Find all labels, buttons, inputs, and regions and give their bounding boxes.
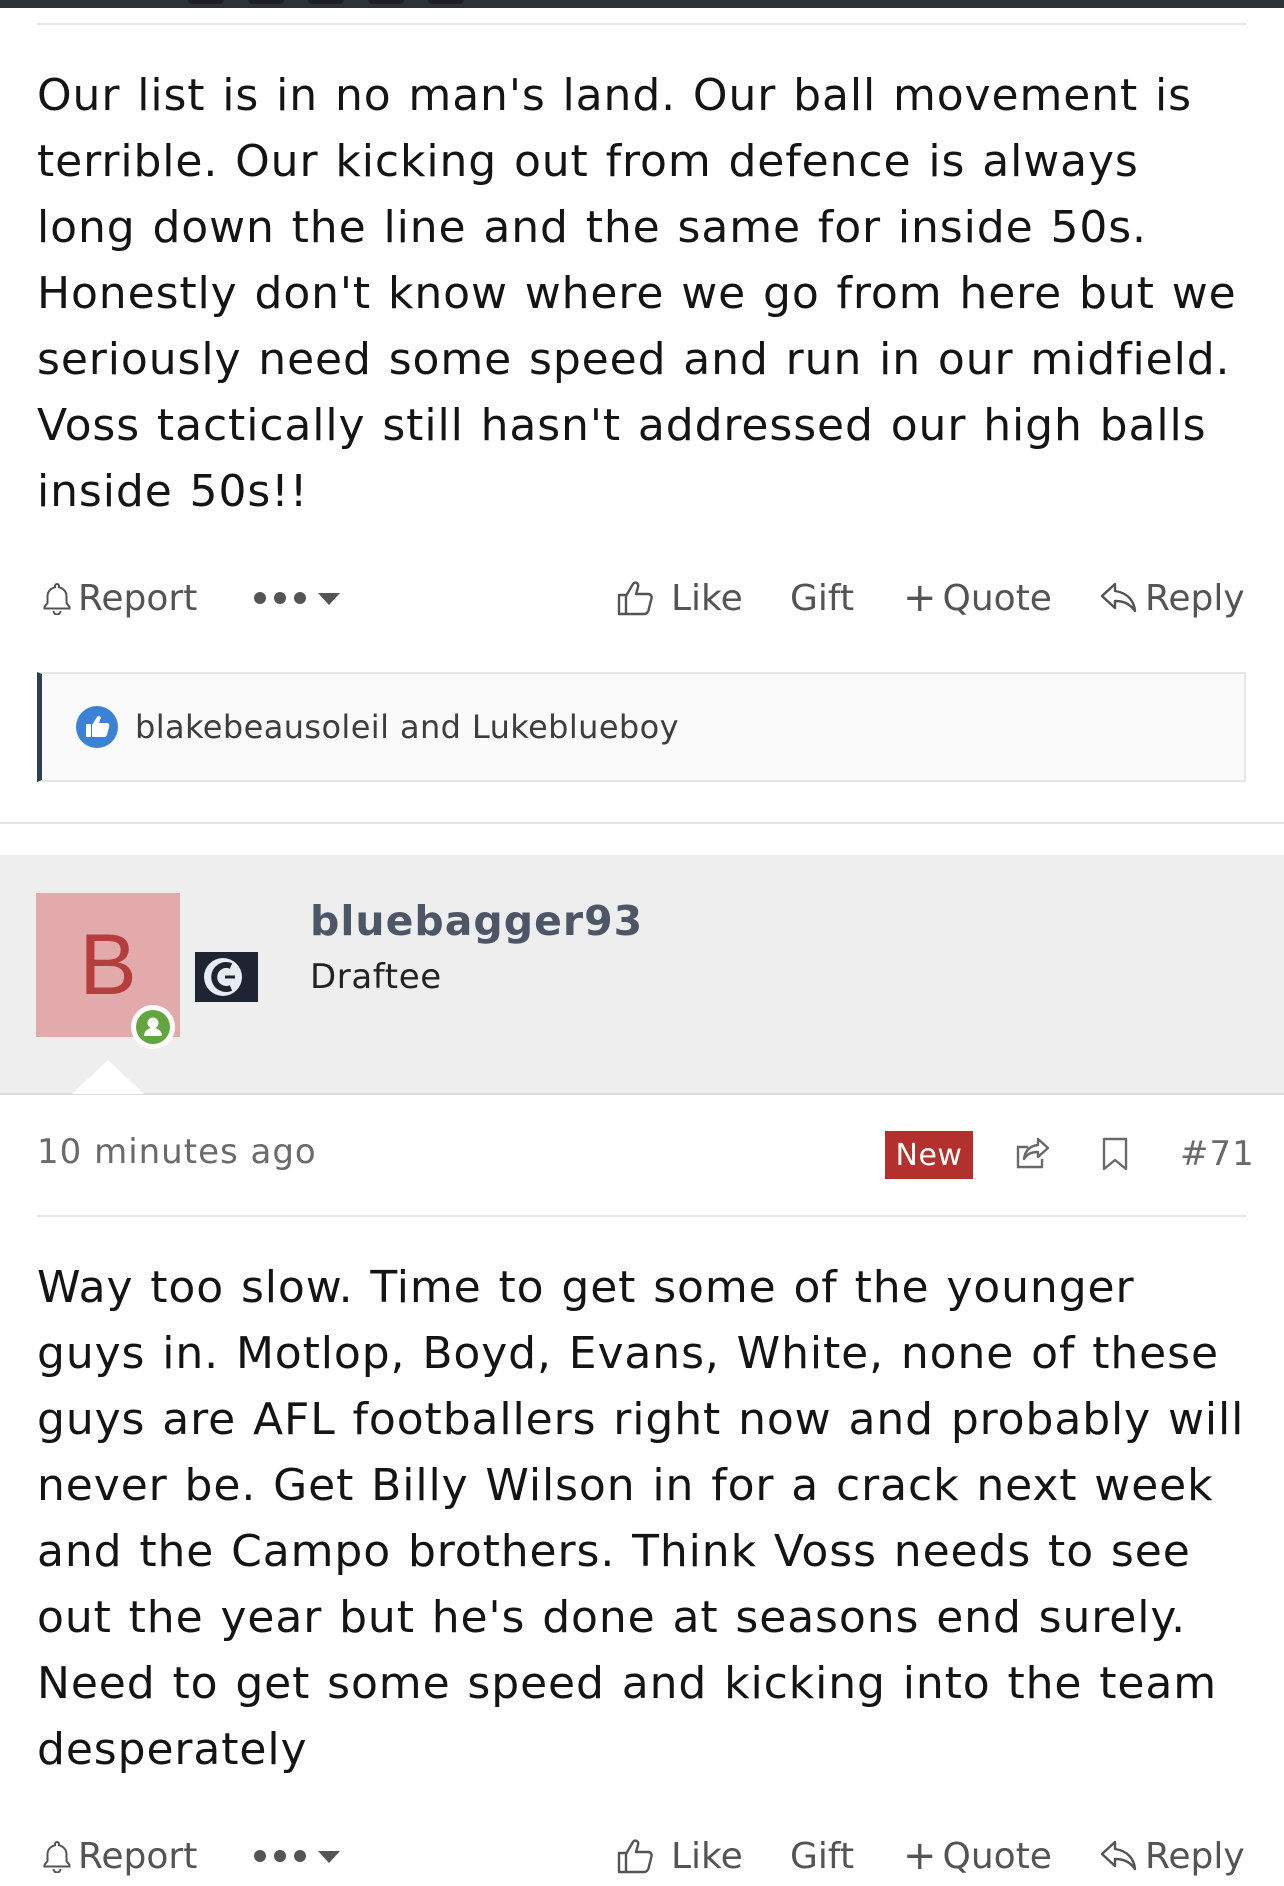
report-button[interactable]: Report <box>42 1826 197 1886</box>
quote-plus: + <box>903 575 937 621</box>
report-label: Report <box>78 1835 198 1877</box>
user-header-pointer <box>72 1060 144 1094</box>
more-options-button[interactable] <box>252 1826 350 1886</box>
bell-icon <box>43 1840 71 1873</box>
share-icon[interactable] <box>1012 1135 1052 1171</box>
post-timestamp[interactable]: 10 minutes ago <box>37 1132 317 1172</box>
reply-button[interactable]: Reply <box>1099 568 1245 628</box>
section-divider <box>0 822 1284 824</box>
gift-button[interactable]: Gift <box>790 1826 854 1886</box>
online-status-icon <box>131 1005 175 1049</box>
new-badge: New <box>885 1131 973 1179</box>
quote-label: Quote <box>942 577 1052 619</box>
top-bar-tab <box>188 0 224 4</box>
thumbs-up-icon <box>617 1839 653 1874</box>
like-label: Like <box>671 1835 743 1877</box>
quote-plus: + <box>903 1833 937 1879</box>
quote-button[interactable]: + Quote <box>903 568 1052 628</box>
user-title: Draftee <box>310 957 442 997</box>
reply-label: Reply <box>1145 577 1245 619</box>
report-button[interactable]: Report <box>42 568 197 628</box>
quote-label: Quote <box>942 1835 1052 1877</box>
reply-arrow-icon <box>1100 1840 1137 1871</box>
gift-button[interactable]: Gift <box>790 568 854 628</box>
top-bar-tab <box>248 0 284 4</box>
report-label: Report <box>78 577 198 619</box>
more-options-button[interactable] <box>252 568 350 628</box>
quote-button[interactable]: + Quote <box>903 1826 1052 1886</box>
gift-label: Gift <box>790 577 855 619</box>
like-reaction-icon <box>76 706 118 748</box>
like-button[interactable]: Like <box>615 568 743 628</box>
top-bar-tab <box>308 0 344 4</box>
reply-button[interactable]: Reply <box>1099 1826 1245 1886</box>
reaction-users[interactable]: blakebeausoleil and Lukeblueboy <box>135 708 679 746</box>
user-silhouette-icon <box>144 1017 162 1036</box>
like-label: Like <box>671 577 743 619</box>
top-bar-tab <box>428 0 464 4</box>
reply-label: Reply <box>1145 1835 1245 1877</box>
more-dots-icon <box>254 1850 340 1863</box>
top-bar <box>0 0 1284 8</box>
bookmark-icon[interactable] <box>1100 1136 1130 1172</box>
post-actions: Report Like Gift + Quote Reply <box>37 568 1247 628</box>
like-button[interactable]: Like <box>615 1826 743 1886</box>
post-body: Way too slow. Time to get some of the yo… <box>37 1262 1245 1775</box>
gift-label: Gift <box>790 1835 855 1877</box>
reply-arrow-icon <box>1100 582 1137 613</box>
post-number[interactable]: #71 <box>1180 1134 1255 1174</box>
username[interactable]: bluebagger93 <box>310 897 643 945</box>
top-bar-tab <box>368 0 404 4</box>
thumbs-up-icon <box>617 581 653 616</box>
post-separator <box>37 1215 1247 1217</box>
team-logo-icon <box>195 952 258 1002</box>
reactions-bar[interactable]: blakebeausoleil and Lukeblueboy <box>37 672 1246 782</box>
more-dots-icon <box>254 592 340 605</box>
post-user-header: B bluebagger93 Draftee <box>0 855 1284 1095</box>
post-separator <box>37 23 1247 25</box>
post-actions: Report Like Gift + Quote Reply <box>37 1826 1247 1886</box>
bell-icon <box>43 582 71 615</box>
post-body: Our list is in no man's land. Our ball m… <box>37 70 1237 517</box>
